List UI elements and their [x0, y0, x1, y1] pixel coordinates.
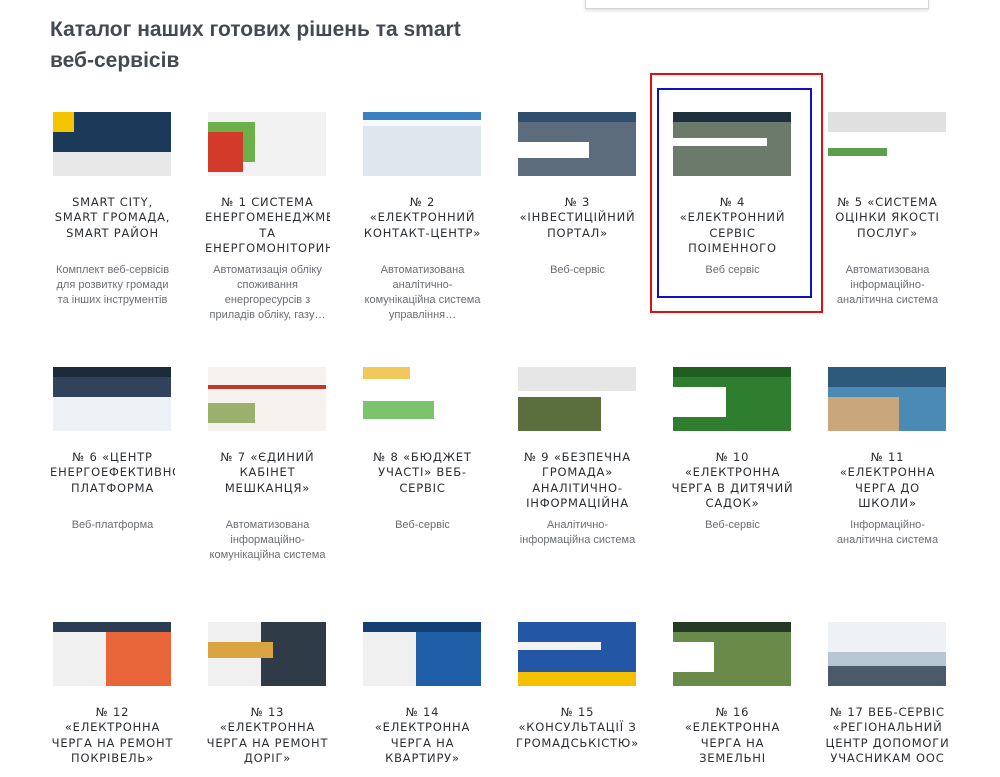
thumb-cabinet[interactable] [208, 367, 326, 431]
card-title[interactable]: № 10 «ЕЛЕКТРОННА ЧЕРГА В ДИТЯЧИЙ САДОК» [670, 450, 795, 511]
thumb-shape [208, 642, 273, 658]
thumb-shape [363, 401, 434, 419]
thumb-shape [53, 112, 75, 132]
thumb-shape [673, 387, 727, 417]
thumb-shape [518, 397, 601, 431]
thumb-shape [363, 126, 481, 176]
thumb-shape [53, 152, 171, 176]
card-title[interactable]: № 1 СИСТЕМА ЕНЕРГОМЕНЕДЖМЕНТУ ТА ЕНЕРГОМ… [205, 195, 330, 256]
card-title[interactable]: № 2 «ЕЛЕКТРОННИЙ КОНТАКТ-ЦЕНТР» [360, 195, 485, 241]
highlight-blue-box [657, 88, 812, 298]
thumb-shape [828, 367, 946, 387]
thumb-shape [363, 112, 481, 120]
thumb-energy-eff[interactable] [53, 367, 171, 431]
thumb-school[interactable] [828, 367, 946, 431]
card-title[interactable]: № 13 «ЕЛЕКТРОННА ЧЕРГА НА РЕМОНТ ДОРІГ» [205, 705, 330, 766]
thumb-shape [363, 367, 411, 379]
page-title: Каталог наших готових рішень та smart ве… [50, 18, 461, 72]
thumb-contact[interactable] [363, 112, 481, 176]
card-title[interactable]: № 17 ВЕБ-СЕРВІС «РЕГІОНАЛЬНИЙ ЦЕНТР ДОПО… [825, 705, 950, 766]
thumb-shape [673, 367, 791, 377]
thumb-shape [673, 642, 715, 672]
thumb-shape [363, 622, 481, 632]
thumb-invest[interactable] [518, 112, 636, 176]
thumb-shape [518, 642, 601, 650]
thumb-smart-city[interactable] [53, 112, 171, 176]
card-title[interactable]: № 3 «ІНВЕСТИЦІЙНИЙ ПОРТАЛ» [515, 195, 640, 241]
thumb-shape [518, 672, 636, 686]
thumb-shape [208, 385, 326, 389]
thumb-roofs[interactable] [53, 622, 171, 686]
thumb-roads[interactable] [208, 622, 326, 686]
card-title[interactable]: № 14 «ЕЛЕКТРОННА ЧЕРГА НА КВАРТИРУ» [360, 705, 485, 766]
thumb-shape [518, 367, 636, 391]
thumb-shape [518, 112, 636, 122]
thumb-consult[interactable] [518, 622, 636, 686]
card-title[interactable]: № 8 «БЮДЖЕТ УЧАСТІ» Веб-сервіс [360, 450, 485, 496]
thumb-budget[interactable] [363, 367, 481, 431]
thumb-shape [208, 132, 244, 172]
card-description: Веб-платформа [71, 519, 154, 531]
card-description: Автоматизована інформаційно-комунікаційн… [209, 519, 326, 561]
card-description: Автоматизація обліку споживання енергоре… [209, 264, 326, 321]
card-title[interactable]: № 15 «КОНСУЛЬТАЦІЇ З ГРОМАДСЬКІСТЮ» [515, 705, 640, 751]
card-title[interactable]: № 6 «ЦЕНТР ЕНЕРГОЕФЕКТИВНО платформа [50, 450, 175, 496]
card-description: Комплект веб-сервісів для розвитку грома… [55, 264, 170, 306]
thumb-oos[interactable] [828, 622, 946, 686]
thumb-shape [53, 397, 171, 431]
thumb-shape [828, 397, 899, 431]
thumb-energy[interactable] [208, 112, 326, 176]
card-title[interactable]: № 11 «ЕЛЕКТРОННА ЧЕРГА ДО ШКОЛИ» ІНФОРМА… [825, 450, 950, 511]
thumb-safe[interactable] [518, 367, 636, 431]
card-description: Веб-сервіс [395, 519, 450, 531]
thumb-land[interactable] [673, 622, 791, 686]
card-description: Автоматизована інформаційно-аналітична с… [836, 264, 939, 306]
thumb-quality[interactable] [828, 112, 946, 176]
card-title[interactable]: № 12 «ЕЛЕКТРОННА ЧЕРГА НА РЕМОНТ ПОКРІВЕ… [50, 705, 175, 766]
thumb-shape [828, 112, 946, 132]
card-description: Веб-сервіс [705, 519, 760, 531]
thumb-shape [53, 622, 171, 632]
thumb-shape [828, 622, 946, 652]
card-description: Інформаційно-аналітична система [836, 519, 939, 546]
card-title[interactable]: № 7 «ЄДИНИЙ КАБІНЕТ МЕШКАНЦЯ» [205, 450, 330, 496]
thumb-shape [673, 622, 791, 632]
thumb-shape [828, 148, 887, 156]
card-title[interactable]: SMART CITY, SMART ГРОМАДА, SMART РАЙОН [50, 195, 175, 241]
card-title[interactable]: № 5 «СИСТЕМА ОЦІНКИ ЯКОСТІ ПОСЛУГ» [825, 195, 950, 241]
card-description: Аналітично-інформаційна система [519, 519, 636, 546]
thumb-shape [208, 403, 256, 423]
thumb-shape [518, 142, 589, 158]
thumb-apartment[interactable] [363, 622, 481, 686]
thumb-shape [53, 367, 171, 377]
thumb-kindergarten[interactable] [673, 367, 791, 431]
dropdown-panel [585, 0, 929, 9]
card-title[interactable]: № 16 «ЕЛЕКТРОННА ЧЕРГА НА ЗЕМЕЛЬНІ [670, 705, 795, 766]
thumb-shape [828, 666, 946, 686]
card-description: Автоматизована аналітично-комунікаційна … [364, 264, 481, 321]
card-title[interactable]: № 9 «БЕЗПЕЧНА ГРОМАДА» АНАЛІТИЧНО-ІНФОРМ… [515, 450, 640, 511]
card-description: Веб-сервіс [550, 264, 605, 276]
